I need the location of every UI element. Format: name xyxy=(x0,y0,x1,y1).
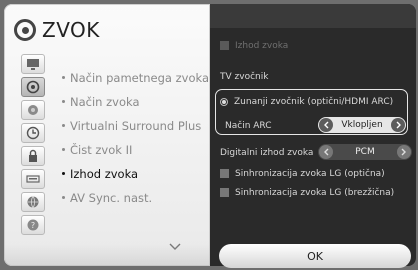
menu-item-label: Izhod zvoka xyxy=(70,167,139,181)
tv-icon[interactable] xyxy=(21,54,45,74)
ok-button[interactable]: OK xyxy=(219,244,411,268)
checkbox[interactable] xyxy=(220,188,229,197)
bullet xyxy=(62,148,65,151)
menu-item-label: AV Sync. nast. xyxy=(70,191,153,205)
external-speaker-label: Zunanji zvočnik (optični/HDMI ARC) xyxy=(234,97,394,107)
digital-output-value: PCM xyxy=(355,147,375,157)
page-header: ZVOK xyxy=(14,14,100,46)
menu-item-smart-sound[interactable]: Način pametnega zvoka xyxy=(62,66,209,90)
sound-out-checkbox-label: Izhod zvoka xyxy=(235,41,289,51)
arc-mode-label: Način ARC xyxy=(225,121,272,131)
digital-output-label: Digitalni izhod zvoka xyxy=(220,148,314,158)
bullet xyxy=(62,124,65,127)
menu-panel: ZVOK ? Način pametnega zvoka Način zvoka xyxy=(4,4,210,266)
checkbox[interactable] xyxy=(220,169,229,178)
menu-item-sound-mode[interactable]: Način zvoka xyxy=(62,90,209,114)
bullet xyxy=(62,76,65,79)
radio-selected-icon[interactable] xyxy=(220,97,228,106)
menu-item-label: Način pametnega zvoka xyxy=(70,71,209,85)
category-icon-column: ? xyxy=(21,54,45,235)
clock-icon[interactable] xyxy=(21,123,45,143)
panel-shading xyxy=(4,244,210,266)
sync-wireless-row[interactable]: Sinhronizacija zvoka LG (brezžična) xyxy=(220,188,394,198)
menu-item-sound-out[interactable]: Izhod zvoka xyxy=(62,162,209,186)
chevron-right-icon[interactable] xyxy=(391,118,405,132)
menu-item-clear-voice[interactable]: Čist zvok II xyxy=(62,138,209,162)
sound-menu-list: Način pametnega zvoka Način zvoka Virtua… xyxy=(62,66,209,210)
external-speaker-option[interactable]: Zunanji zvočnik (optični/HDMI ARC) xyxy=(220,97,393,107)
keyboard-icon[interactable] xyxy=(21,169,45,189)
chevron-left-icon[interactable] xyxy=(319,145,333,159)
speaker-icon xyxy=(14,19,36,41)
menu-item-virtual-surround[interactable]: Virtualni Surround Plus xyxy=(62,114,209,138)
bullet xyxy=(62,100,65,103)
page-title: ZVOK xyxy=(42,18,100,42)
menu-item-label: Virtualni Surround Plus xyxy=(70,119,202,133)
sync-optical-row[interactable]: Sinhronizacija zvoka LG (optična) xyxy=(220,169,385,179)
lock-icon[interactable] xyxy=(21,146,45,166)
sync-optical-label: Sinhronizacija zvoka LG (optična) xyxy=(235,169,385,179)
arc-mode-selector[interactable]: Vklopljen xyxy=(318,117,406,133)
chevron-right-icon[interactable] xyxy=(396,145,411,159)
channel-icon[interactable] xyxy=(21,100,45,120)
panel-top-strip xyxy=(210,4,416,28)
svg-text:?: ? xyxy=(31,221,35,230)
chevron-left-icon[interactable] xyxy=(319,118,333,132)
bullet xyxy=(62,172,65,175)
network-icon[interactable] xyxy=(21,192,45,212)
arc-mode-value: Vklopljen xyxy=(341,120,383,130)
tv-speaker-label[interactable]: TV zvočnik xyxy=(220,72,268,82)
digital-output-selector[interactable]: PCM xyxy=(318,144,412,160)
sound-out-checkbox-row[interactable]: Izhod zvoka xyxy=(220,41,288,51)
bullet xyxy=(62,196,65,199)
menu-item-label: Način zvoka xyxy=(70,95,140,109)
help-icon[interactable]: ? xyxy=(21,215,45,235)
sync-wireless-label: Sinhronizacija zvoka LG (brezžična) xyxy=(235,188,395,198)
menu-item-av-sync[interactable]: AV Sync. nast. xyxy=(62,186,209,210)
speaker-icon[interactable] xyxy=(21,77,45,97)
menu-item-label: Čist zvok II xyxy=(70,143,133,157)
checkbox[interactable] xyxy=(220,41,229,50)
